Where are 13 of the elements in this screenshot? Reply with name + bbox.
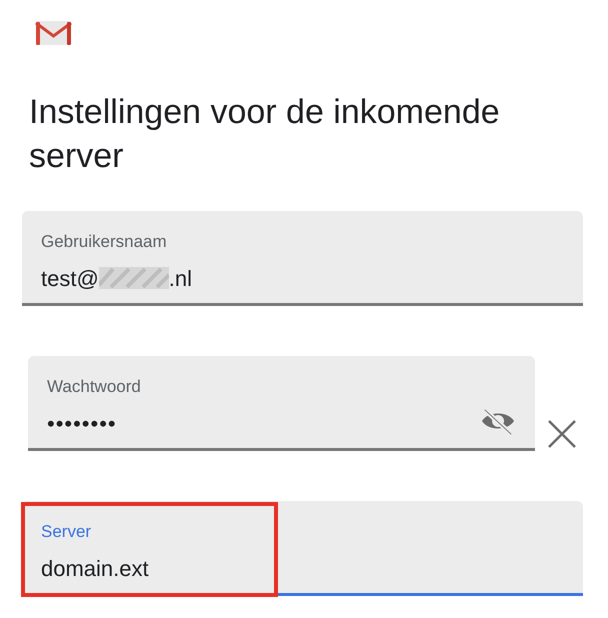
field-value: test@ — [41, 264, 99, 292]
input-field[interactable]: Wachtwoord •••••••• — [28, 356, 535, 451]
field-value: •••••••• — [47, 410, 117, 438]
field-label: Gebruikersnaam — [41, 231, 168, 253]
mail-logo-icon — [35, 20, 72, 46]
field-label: Server — [41, 521, 92, 543]
field-value: domain.ext — [41, 554, 149, 582]
field-label: Wachtwoord — [47, 376, 142, 398]
input-field[interactable]: Gebruikersnaam test@ .nl — [22, 211, 583, 306]
page-title: Instellingen voor de inkomende server — [29, 92, 501, 177]
input-field[interactable]: Server domain.ext — [22, 501, 583, 596]
field-value-suffix: .nl — [168, 264, 192, 292]
close-icon[interactable] — [547, 419, 577, 449]
